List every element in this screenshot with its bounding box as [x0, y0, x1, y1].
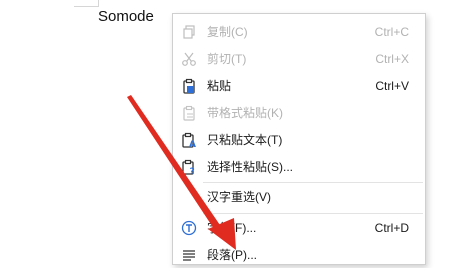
paragraph-lines-icon [181, 247, 197, 263]
menu-item-font[interactable]: 字体(F)... Ctrl+D [173, 214, 425, 241]
menu-item-label: 复制(C) [207, 25, 248, 39]
menu-item-label: 字体(F)... [207, 221, 257, 235]
menu-item-reselect-chars[interactable]: 汉字重选(V) [173, 183, 425, 210]
page-corner-mark [98, 0, 99, 7]
svg-text:?: ? [190, 167, 195, 175]
copy-icon [181, 24, 197, 40]
menu-item-shortcut: Ctrl+C [374, 24, 409, 39]
clipboard-format-icon [181, 105, 197, 121]
menu-item-shortcut: Ctrl+V [375, 78, 409, 93]
svg-text:A: A [189, 140, 196, 148]
clipboard-icon [181, 78, 197, 94]
menu-item-paste-text-only[interactable]: A 只粘贴文本(T) [173, 126, 425, 153]
context-menu: 复制(C) Ctrl+C 剪切(T) Ctrl+X 粘贴 Ctrl+V 带格式粘… [172, 13, 426, 265]
menu-item-label: 粘贴 [207, 79, 232, 93]
font-t-icon [181, 220, 197, 236]
menu-item-paste-with-format[interactable]: 带格式粘贴(K) [173, 99, 425, 126]
menu-item-label: 选择性粘贴(S)... [207, 160, 293, 174]
document-text[interactable]: Somode [98, 8, 154, 25]
clipboard-question-icon: ? [181, 159, 197, 175]
menu-item-paste[interactable]: 粘贴 Ctrl+V [173, 72, 425, 99]
menu-item-label: 剪切(T) [207, 52, 247, 66]
page-corner-mark [74, 6, 98, 7]
menu-item-paragraph[interactable]: 段落(P)... [173, 241, 425, 268]
menu-item-cut[interactable]: 剪切(T) Ctrl+X [173, 45, 425, 72]
menu-item-shortcut: Ctrl+X [375, 51, 409, 66]
menu-item-paste-special[interactable]: ? 选择性粘贴(S)... [173, 153, 425, 180]
menu-item-label: 带格式粘贴(K) [207, 106, 283, 120]
menu-item-copy[interactable]: 复制(C) Ctrl+C [173, 18, 425, 45]
menu-item-label: 只粘贴文本(T) [207, 133, 283, 147]
scissors-icon [181, 51, 197, 67]
menu-item-shortcut: Ctrl+D [374, 220, 409, 235]
menu-item-label: 段落(P)... [207, 248, 257, 262]
menu-item-label: 汉字重选(V) [207, 190, 271, 204]
clipboard-text-icon: A [181, 132, 197, 148]
